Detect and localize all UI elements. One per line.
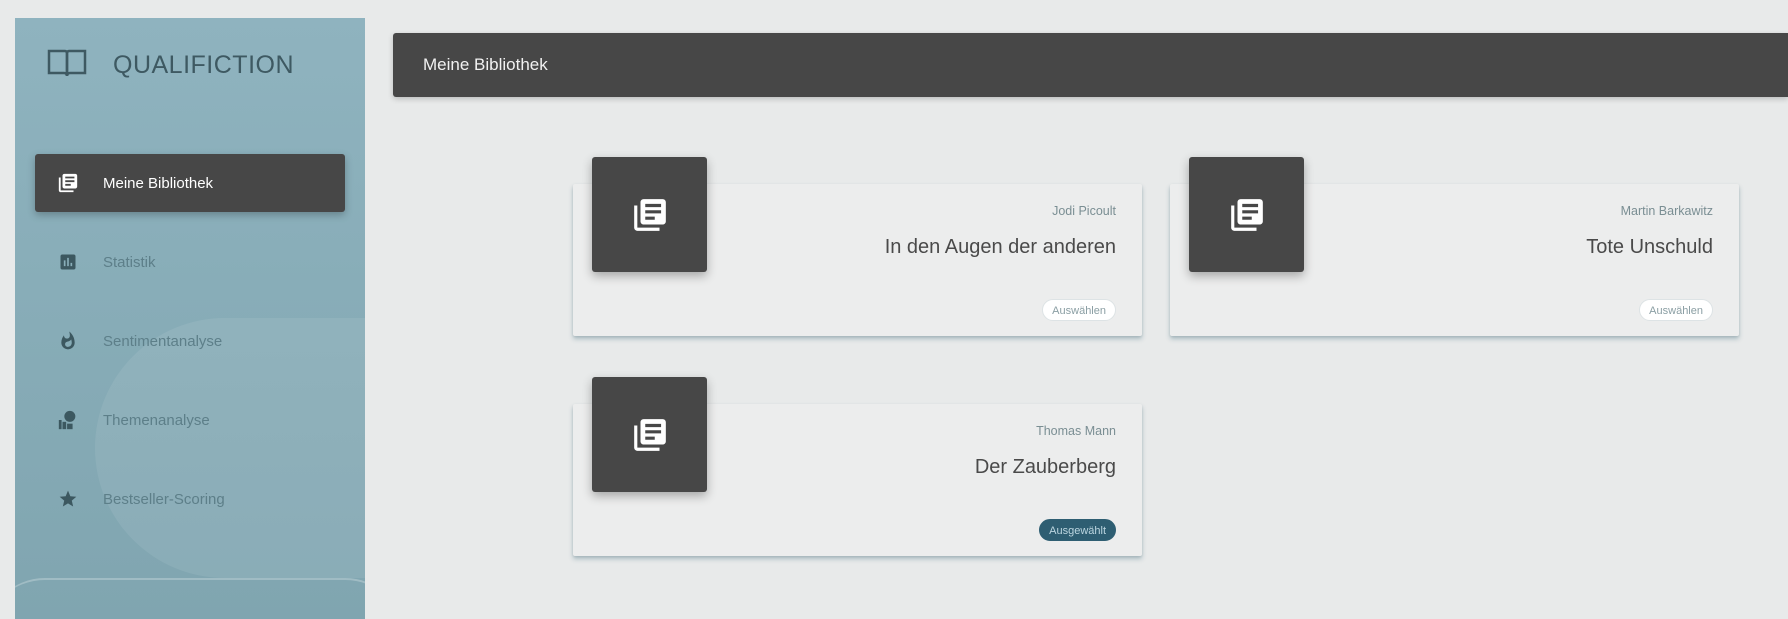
library-books-icon [592, 377, 707, 492]
sidebar-nav: Meine Bibliothek Statistik Sentimentanal… [15, 154, 365, 549]
selected-book-badge[interactable]: Ausgewählt [1039, 519, 1116, 541]
brand-name: QUALIFICTION [113, 51, 295, 79]
library-books-icon [57, 172, 79, 194]
sidebar-item-themenanalyse[interactable]: Themenanalyse [15, 391, 345, 449]
app-frame: QUALIFICTION Meine Bibliothek Statistik … [0, 0, 1788, 619]
select-book-button[interactable]: Auswählen [1639, 299, 1713, 321]
sidebar-item-bestseller-scoring[interactable]: Bestseller-Scoring [15, 470, 345, 528]
book-author: Martin Barkawitz [1620, 204, 1713, 218]
library-books-icon [1189, 157, 1304, 272]
sidebar-item-meine-bibliothek[interactable]: Meine Bibliothek [35, 154, 345, 212]
open-book-icon [47, 48, 87, 83]
page-title: Meine Bibliothek [423, 55, 548, 74]
topic-bubbles-icon [57, 409, 79, 431]
sidebar-item-label: Statistik [103, 253, 156, 271]
book-title: Der Zauberberg [974, 456, 1116, 478]
book-title: Tote Unschuld [1586, 236, 1713, 258]
sidebar: QUALIFICTION Meine Bibliothek Statistik … [15, 18, 365, 619]
book-card: Jodi Picoult In den Augen der anderen Au… [573, 157, 1142, 336]
book-author: Jodi Picoult [1052, 204, 1116, 218]
book-author: Thomas Mann [1036, 424, 1116, 438]
brand[interactable]: QUALIFICTION [47, 48, 294, 83]
library-books-icon [592, 157, 707, 272]
book-title: In den Augen der anderen [884, 236, 1116, 258]
sidebar-item-statistik[interactable]: Statistik [15, 233, 345, 291]
sidebar-item-label: Sentimentanalyse [103, 332, 223, 350]
flame-icon [57, 330, 79, 352]
book-card: Martin Barkawitz Tote Unschuld Auswählen [1170, 157, 1739, 336]
sidebar-item-label: Bestseller-Scoring [103, 490, 225, 508]
bar-chart-icon [57, 251, 79, 273]
star-icon [57, 488, 79, 510]
select-book-button[interactable]: Auswählen [1042, 299, 1116, 321]
sidebar-item-sentimentanalyse[interactable]: Sentimentanalyse [15, 312, 345, 370]
sidebar-item-label: Themenanalyse [103, 411, 210, 429]
top-bar: Meine Bibliothek [393, 33, 1788, 97]
sidebar-item-label: Meine Bibliothek [103, 174, 214, 192]
book-card: Thomas Mann Der Zauberberg Ausgewählt [573, 377, 1142, 556]
